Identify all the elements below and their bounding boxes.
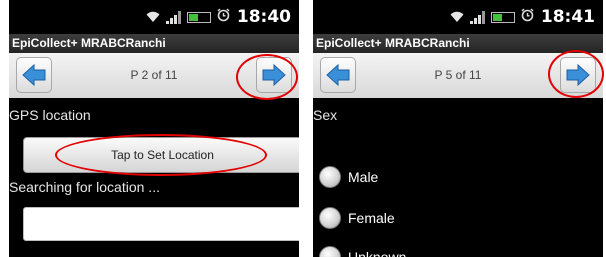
status-time: 18:41	[540, 7, 595, 27]
status-time: 18:40	[236, 7, 291, 27]
sex-label: Sex	[313, 107, 338, 123]
highlight-ellipse-set-location	[55, 134, 267, 176]
radio-button[interactable]	[319, 207, 341, 229]
alarm-clock-icon	[217, 7, 230, 27]
radio-label: Unknown	[348, 249, 407, 257]
radio-label: Female	[348, 210, 395, 226]
highlight-ellipse-next-left	[236, 54, 298, 100]
signal-icon	[165, 10, 181, 24]
gps-location-label: GPS location	[9, 107, 91, 123]
arrow-left-icon	[326, 64, 350, 86]
phone-screen-left: 18:40 EpiCollect+ MRABCRanchi P 2 of 11 …	[9, 0, 299, 257]
alarm-clock-icon	[521, 7, 534, 27]
radio-option-female[interactable]: Female	[319, 207, 395, 229]
signal-icon	[469, 10, 485, 24]
app-title: EpiCollect+ MRABCRanchi	[9, 34, 299, 53]
phone-screen-right: 18:41 EpiCollect+ MRABCRanchi P 5 of 11 …	[313, 0, 603, 257]
battery-icon	[186, 11, 211, 23]
location-input[interactable]	[23, 207, 299, 241]
battery-icon	[490, 11, 515, 23]
wifi-icon	[146, 11, 160, 23]
previous-page-button[interactable]	[16, 57, 52, 93]
radio-button[interactable]	[319, 166, 341, 188]
status-bar: 18:41	[313, 0, 603, 34]
radio-option-unknown[interactable]: Unknown	[319, 246, 406, 257]
radio-button[interactable]	[319, 246, 341, 257]
previous-page-button[interactable]	[320, 57, 356, 93]
status-bar: 18:40	[9, 0, 299, 34]
app-title: EpiCollect+ MRABCRanchi	[313, 34, 603, 53]
wifi-icon	[450, 11, 464, 23]
highlight-ellipse-next-right	[548, 50, 604, 98]
radio-option-male[interactable]: Male	[319, 166, 378, 188]
arrow-left-icon	[22, 64, 46, 86]
location-status-text: Searching for location ...	[9, 179, 160, 195]
radio-label: Male	[348, 169, 379, 185]
